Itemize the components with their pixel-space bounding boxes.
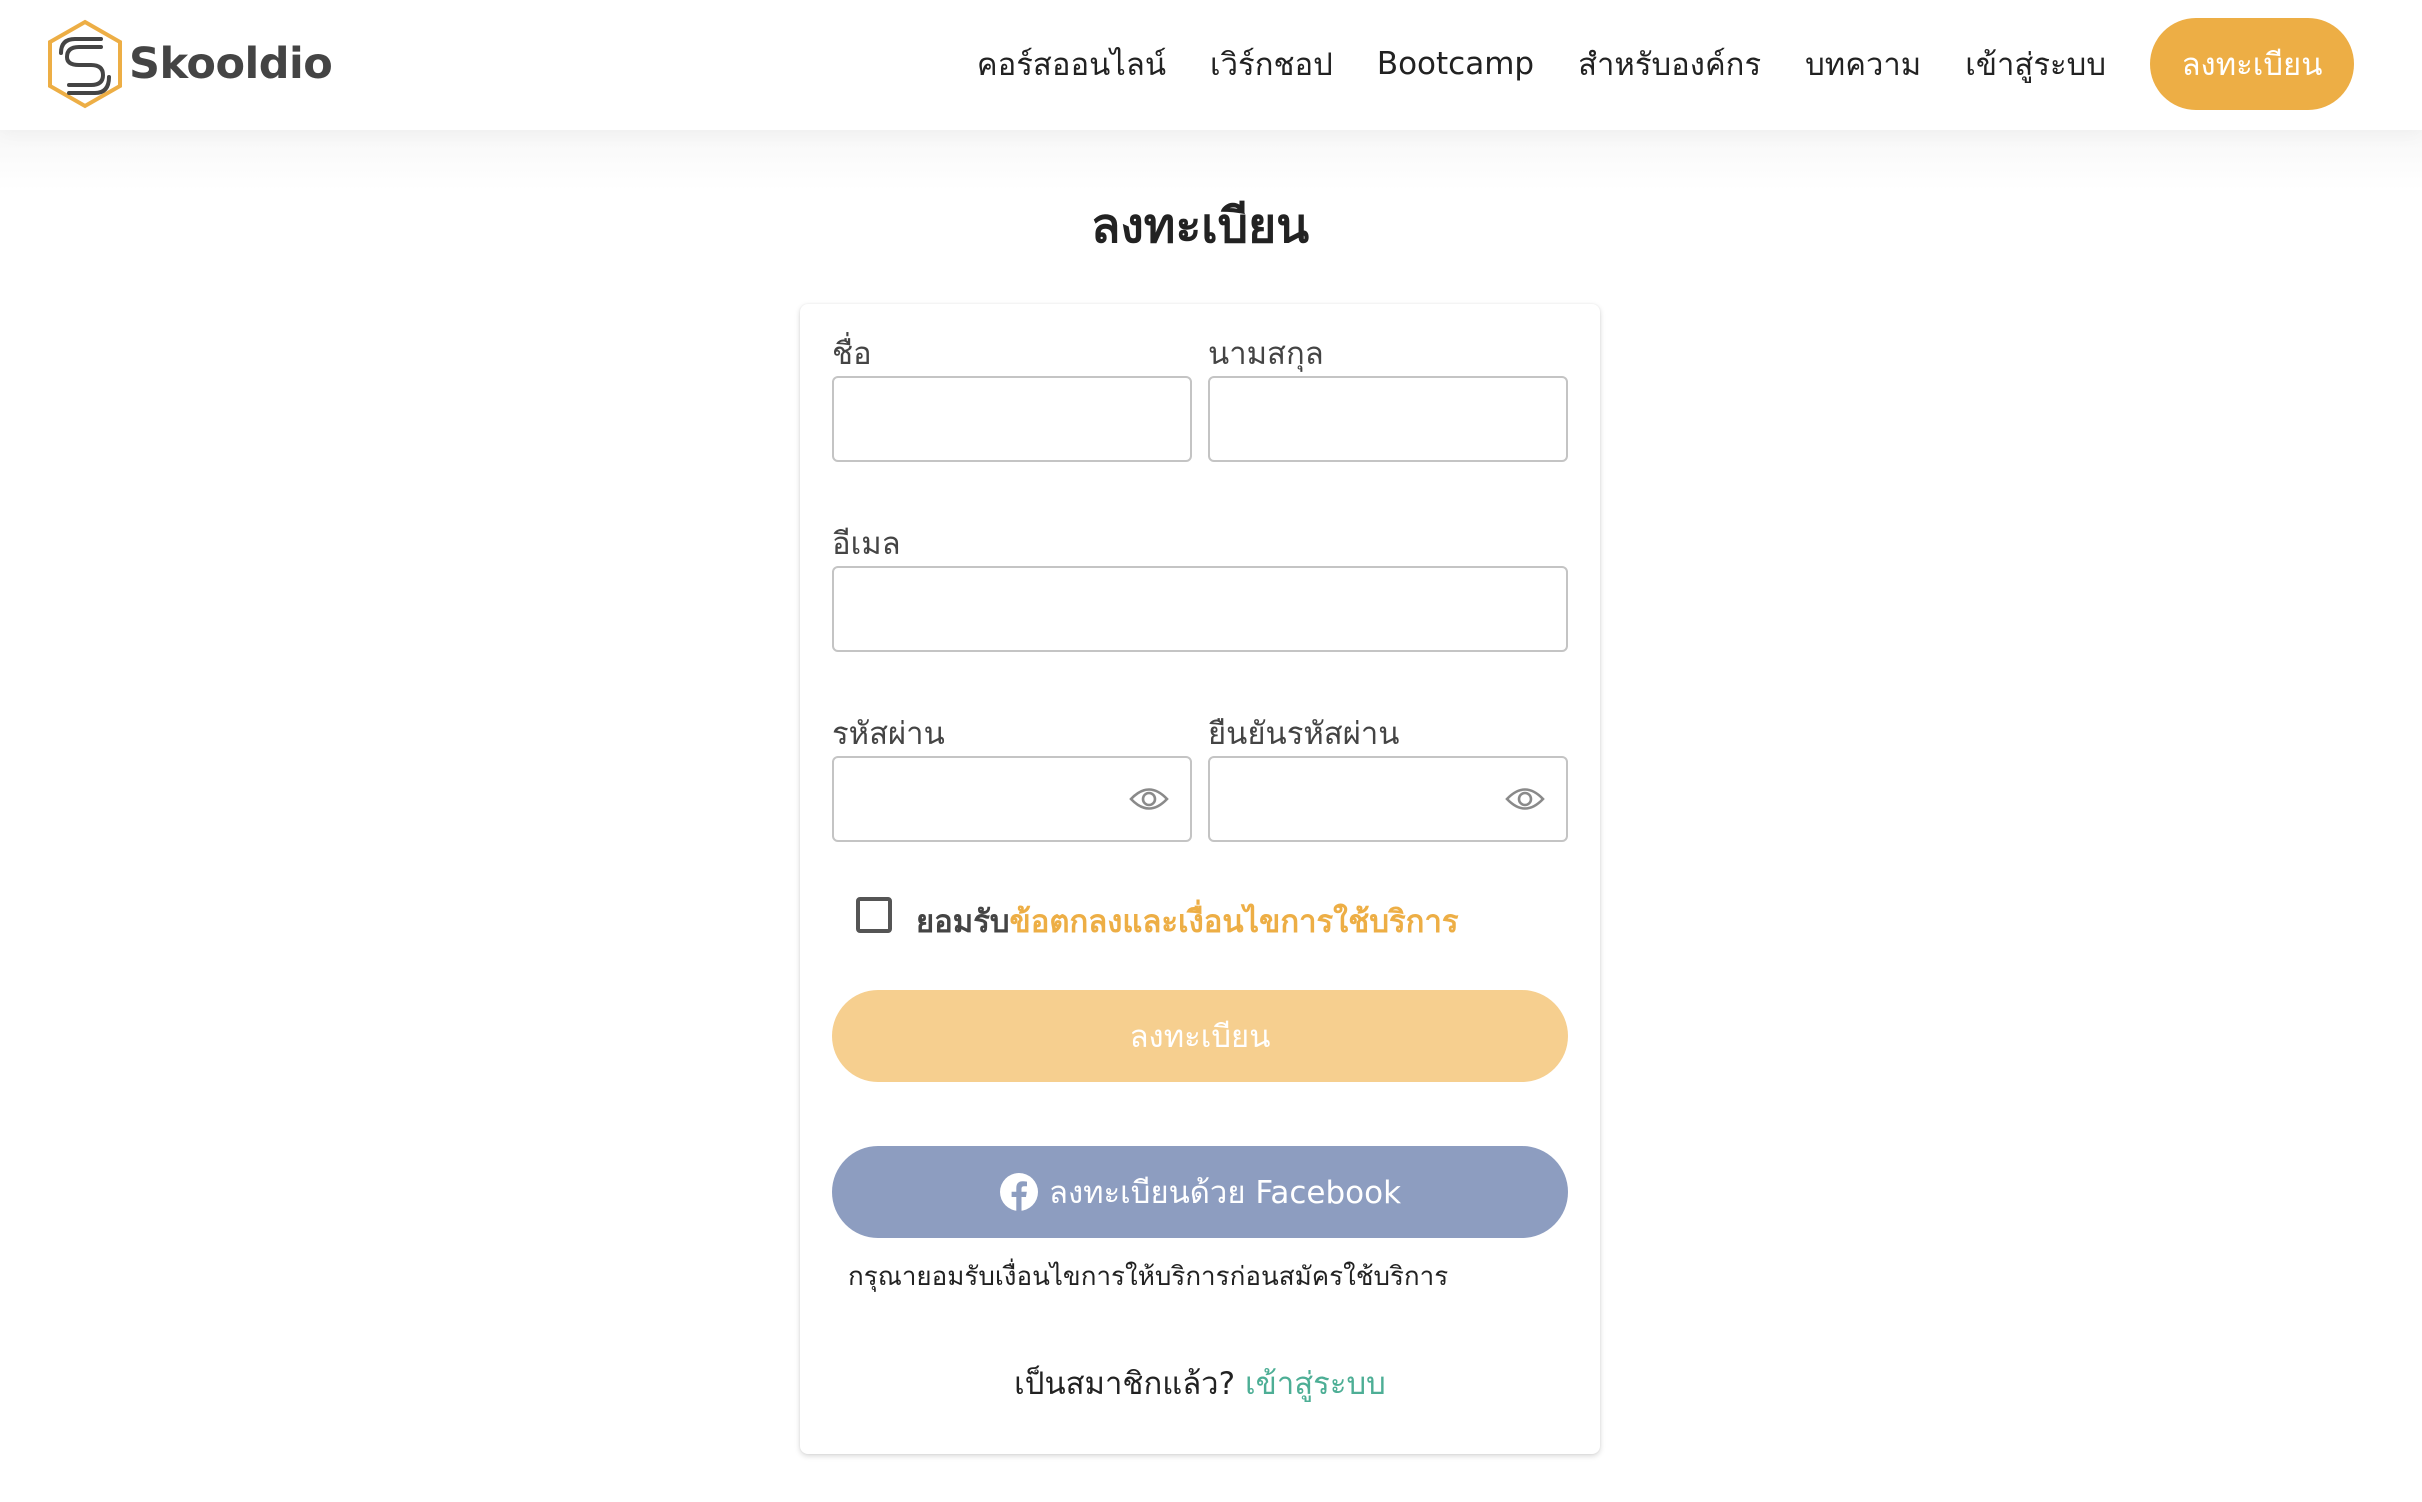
first-name-label: ชื่อ — [832, 336, 872, 372]
last-name-label: นามสกุล — [1208, 336, 1324, 372]
header-shadow — [0, 130, 2422, 190]
page-title: ลงทะเบียน — [1090, 198, 1310, 254]
facebook-register-button[interactable]: ลงทะเบียนด้วย Facebook — [832, 1146, 1568, 1238]
terms-text: ยอมรับข้อตกลงและเงื่อนไขการใช้บริการ — [916, 896, 1459, 946]
email-field[interactable] — [832, 566, 1568, 652]
nav-for-organization[interactable]: สำหรับองค์กร — [1578, 39, 1761, 89]
last-name-field[interactable] — [1208, 376, 1568, 462]
nav-login[interactable]: เข้าสู่ระบบ — [1965, 39, 2106, 89]
main-nav: คอร์สออนไลน์ เวิร์กชอป Bootcamp สำหรับอง… — [977, 18, 2354, 110]
nav-bootcamp[interactable]: Bootcamp — [1377, 46, 1534, 82]
password-label: รหัสผ่าน — [832, 716, 945, 752]
login-prompt: เป็นสมาชิกแล้ว? — [1014, 1366, 1236, 1402]
login-line: เป็นสมาชิกแล้ว? เข้าสู่ระบบ — [800, 1358, 1600, 1408]
facebook-terms-note: กรุณายอมรับเงื่อนไขการให้บริการก่อนสมัคร… — [848, 1262, 1449, 1292]
first-name-field[interactable] — [832, 376, 1192, 462]
terms-checkbox[interactable] — [856, 897, 892, 933]
logo[interactable]: Skooldio — [45, 19, 333, 109]
register-card: ชื่อ นามสกุล อีเมล รหัสผ่าน ยืนยันรหัสผ่… — [800, 304, 1600, 1454]
facebook-button-label: ลงทะเบียนด้วย Facebook — [1048, 1175, 1402, 1211]
terms-link[interactable]: ข้อตกลงและเงื่อนไขการใช้บริการ — [1010, 904, 1459, 940]
nav-online-courses[interactable]: คอร์สออนไลน์ — [977, 39, 1166, 89]
register-button[interactable]: ลงทะเบียน — [832, 990, 1568, 1082]
facebook-icon — [999, 1173, 1038, 1211]
nav-workshop[interactable]: เวิร์กชอป — [1210, 39, 1333, 89]
eye-icon[interactable] — [1504, 785, 1546, 813]
confirm-password-label: ยืนยันรหัสผ่าน — [1208, 716, 1400, 752]
logo-text: Skooldio — [129, 39, 333, 89]
site-header: Skooldio คอร์สออนไลน์ เวิร์กชอป Bootcamp… — [0, 0, 2422, 130]
terms-prefix: ยอมรับ — [916, 904, 1010, 940]
nav-articles[interactable]: บทความ — [1805, 39, 1921, 89]
skooldio-logo-icon — [48, 19, 122, 109]
email-label: อีเมล — [832, 526, 901, 562]
header-register-button[interactable]: ลงทะเบียน — [2150, 18, 2354, 110]
eye-icon[interactable] — [1128, 785, 1170, 813]
login-link[interactable]: เข้าสู่ระบบ — [1245, 1366, 1386, 1402]
